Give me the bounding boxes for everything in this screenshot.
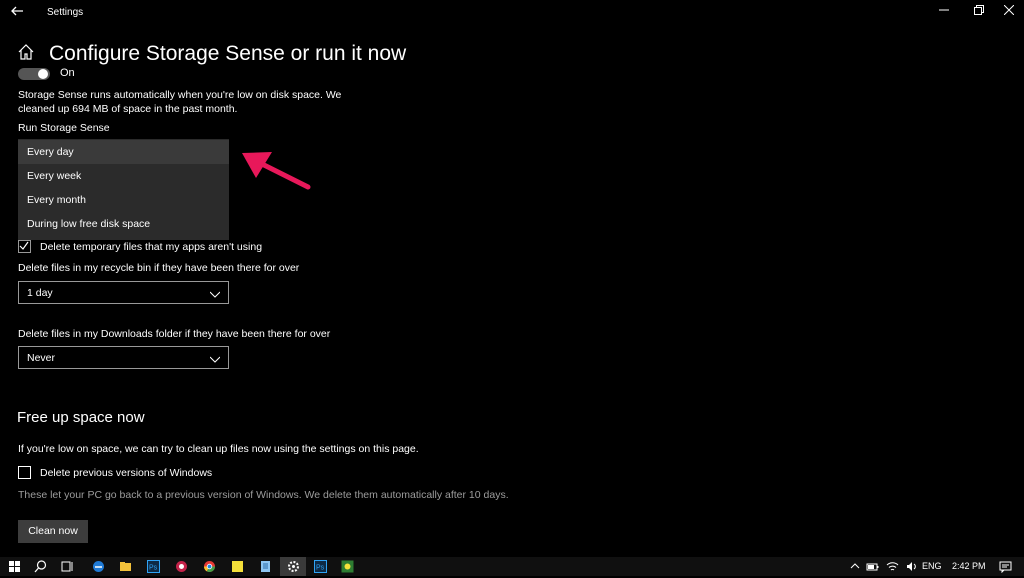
app-green-icon[interactable] <box>341 560 354 573</box>
downloads-select[interactable]: Never <box>18 346 229 369</box>
svg-text:Ps: Ps <box>149 565 158 572</box>
storage-sense-description: Storage Sense runs automatically when yo… <box>18 89 342 115</box>
battery-icon[interactable] <box>866 560 879 573</box>
free-up-space-heading: Free up space now <box>17 409 145 426</box>
back-arrow-icon[interactable] <box>10 4 26 20</box>
downloads-value: Never <box>27 352 56 364</box>
window-title: Settings <box>47 7 84 18</box>
previous-windows-label: Delete previous versions of Windows <box>40 467 213 479</box>
restore-icon[interactable] <box>964 2 994 22</box>
settings-icon[interactable] <box>287 560 300 573</box>
photoshop-icon[interactable]: Ps <box>147 560 160 573</box>
svg-text:Ps: Ps <box>316 565 325 572</box>
free-up-description: If you're low on space, we can try to cl… <box>18 443 419 455</box>
home-icon[interactable] <box>18 44 36 62</box>
photoshop-icon-2[interactable]: Ps <box>314 560 327 573</box>
storage-sense-toggle[interactable] <box>18 68 50 80</box>
temporary-files-label: Delete temporary files that my apps aren… <box>40 241 263 253</box>
temporary-files-checkbox[interactable] <box>18 240 31 253</box>
menu-item-low-disk-space[interactable]: During low free disk space <box>18 212 229 236</box>
chevron-down-icon <box>209 286 221 298</box>
run-storage-sense-label: Run Storage Sense <box>18 122 110 134</box>
recycle-bin-label: Delete files in my recycle bin if they h… <box>18 262 300 274</box>
annotation-arrow <box>240 148 312 190</box>
app-red-icon[interactable] <box>175 560 188 573</box>
notepad-icon[interactable] <box>259 560 272 573</box>
menu-item-every-week[interactable]: Every week <box>18 164 229 188</box>
previous-windows-hint: These let your PC go back to a previous … <box>18 489 509 501</box>
taskbar: Ps Ps ENG 2:42 PM <box>0 557 1024 576</box>
close-icon[interactable] <box>994 2 1024 22</box>
recycle-bin-value: 1 day <box>27 287 53 299</box>
file-explorer-icon[interactable] <box>119 560 132 573</box>
search-icon[interactable] <box>34 560 47 573</box>
language-indicator[interactable]: ENG <box>922 561 942 571</box>
sticky-notes-icon[interactable] <box>231 560 244 573</box>
page-title: Configure Storage Sense or run it now <box>49 42 407 65</box>
clock[interactable]: 2:42 PM <box>952 561 986 571</box>
wifi-icon[interactable] <box>886 560 899 573</box>
clean-now-button[interactable]: Clean now <box>18 520 88 543</box>
menu-item-every-month[interactable]: Every month <box>18 188 229 212</box>
menu-item-every-day[interactable]: Every day <box>18 140 229 164</box>
volume-icon[interactable] <box>905 560 918 573</box>
task-view-icon[interactable] <box>61 560 74 573</box>
chrome-icon[interactable] <box>203 560 216 573</box>
recycle-bin-select[interactable]: 1 day <box>18 281 229 304</box>
downloads-label: Delete files in my Downloads folder if t… <box>18 328 331 340</box>
chevron-down-icon <box>209 351 221 363</box>
chevron-up-icon[interactable] <box>850 560 860 573</box>
notifications-icon[interactable] <box>999 560 1012 574</box>
edge-icon[interactable] <box>92 560 105 573</box>
run-storage-sense-dropdown-menu: Every day Every week Every month During … <box>18 139 229 240</box>
toggle-state-label: On <box>60 67 75 79</box>
start-icon[interactable] <box>8 560 21 573</box>
minimize-icon[interactable] <box>929 2 959 22</box>
title-bar: Settings <box>0 0 1024 26</box>
previous-windows-checkbox[interactable] <box>18 466 31 479</box>
